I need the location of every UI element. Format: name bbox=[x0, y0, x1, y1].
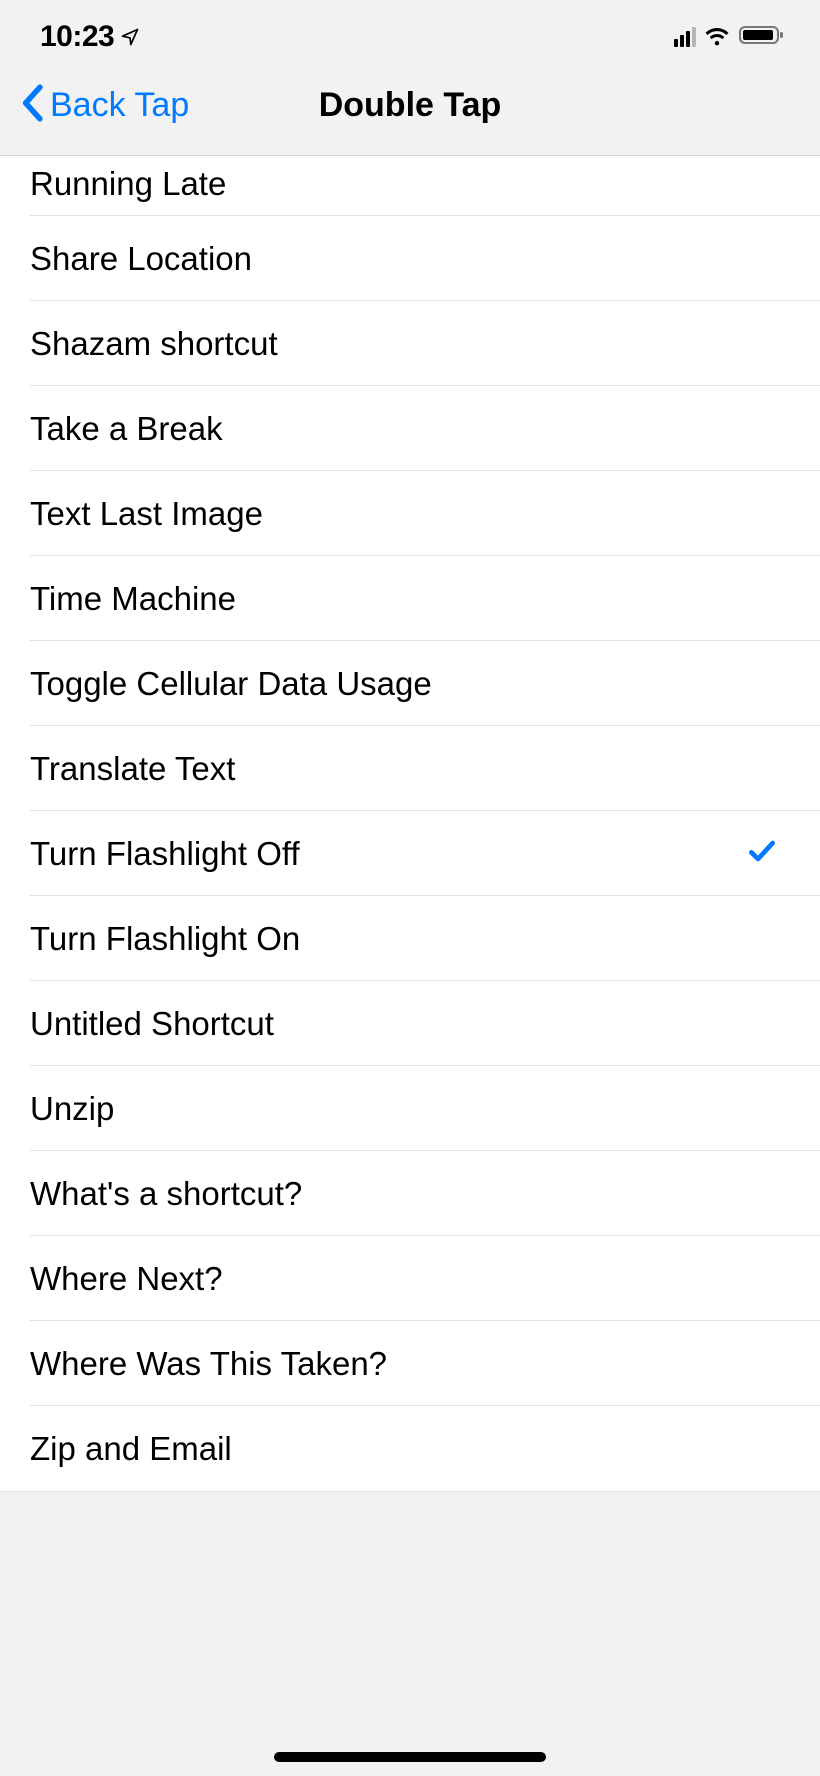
back-button[interactable]: Back Tap bbox=[20, 84, 189, 127]
wifi-icon bbox=[702, 24, 732, 51]
bottom-area bbox=[0, 1704, 820, 1776]
status-time: 10:23 bbox=[40, 20, 114, 54]
list-item-label: Untitled Shortcut bbox=[30, 1005, 274, 1043]
list-item[interactable]: Where Was This Taken? bbox=[0, 1321, 820, 1406]
list-item[interactable]: Untitled Shortcut bbox=[0, 981, 820, 1066]
battery-icon bbox=[738, 23, 788, 52]
status-left: 10:23 bbox=[40, 20, 140, 54]
list-item-label: Share Location bbox=[30, 240, 252, 278]
list-item-label: Time Machine bbox=[30, 580, 236, 618]
list-item[interactable]: Turn Flashlight Off bbox=[0, 811, 820, 896]
list-item-label: What's a shortcut? bbox=[30, 1175, 302, 1213]
list-item[interactable]: Take a Break bbox=[0, 386, 820, 471]
navigation-bar: Back Tap Double Tap bbox=[0, 56, 820, 156]
status-right bbox=[674, 23, 788, 52]
list-item[interactable]: Shazam shortcut bbox=[0, 301, 820, 386]
cellular-signal-icon bbox=[674, 27, 696, 47]
list-item[interactable]: Zip and Email bbox=[0, 1406, 820, 1491]
list-item-label: Take a Break bbox=[30, 410, 223, 448]
status-bar: 10:23 bbox=[0, 0, 820, 56]
list-item[interactable]: Turn Flashlight On bbox=[0, 896, 820, 981]
list-item-label: Zip and Email bbox=[30, 1430, 232, 1468]
list-item-label: Running Late bbox=[30, 164, 226, 204]
list-item[interactable]: Time Machine bbox=[0, 556, 820, 641]
list-item-label: Text Last Image bbox=[30, 495, 263, 533]
list-item[interactable]: Unzip bbox=[0, 1066, 820, 1151]
list-item[interactable]: What's a shortcut? bbox=[0, 1151, 820, 1236]
list-item-label: Translate Text bbox=[30, 750, 235, 788]
list-item[interactable]: Where Next? bbox=[0, 1236, 820, 1321]
back-label: Back Tap bbox=[50, 86, 189, 125]
list-item[interactable]: Text Last Image bbox=[0, 471, 820, 556]
list-item[interactable]: Toggle Cellular Data Usage bbox=[0, 641, 820, 726]
list-item-label: Turn Flashlight On bbox=[30, 920, 300, 958]
chevron-back-icon bbox=[20, 84, 44, 127]
list-item[interactable]: Share Location bbox=[0, 216, 820, 301]
page-title: Double Tap bbox=[319, 86, 502, 125]
list-item-label: Toggle Cellular Data Usage bbox=[30, 665, 432, 703]
list-item-label: Where Was This Taken? bbox=[30, 1345, 387, 1383]
list-item-label: Where Next? bbox=[30, 1260, 223, 1298]
list-item[interactable]: Translate Text bbox=[0, 726, 820, 811]
list-item-label: Unzip bbox=[30, 1090, 114, 1128]
list-item[interactable]: Running Late bbox=[0, 156, 820, 216]
list-item-label: Shazam shortcut bbox=[30, 325, 278, 363]
list-item-label: Turn Flashlight Off bbox=[30, 835, 300, 873]
options-list: Running Late Share Location Shazam shortcu… bbox=[0, 156, 820, 1491]
checkmark-icon bbox=[744, 835, 780, 872]
home-indicator[interactable] bbox=[274, 1752, 546, 1762]
location-arrow-icon bbox=[120, 27, 140, 47]
